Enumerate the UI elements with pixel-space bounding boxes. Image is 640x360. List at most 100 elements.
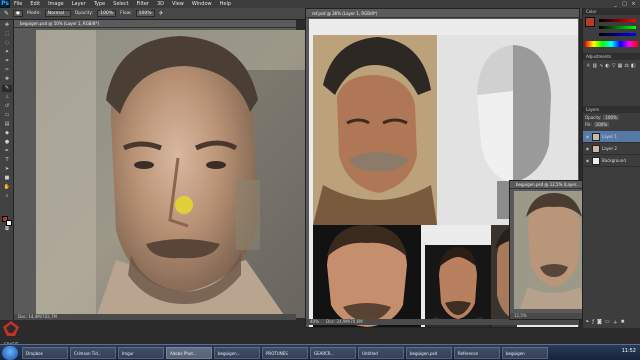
dodge-tool-icon[interactable]: ● (2, 139, 12, 146)
healing-tool-icon[interactable]: ✚ (2, 76, 12, 83)
windows-taskbar: Dropbox Crimson Tid... Imgur Adobe Phot.… (0, 344, 640, 360)
background-color-swatch[interactable] (6, 220, 12, 226)
color-swatch-fg[interactable] (585, 17, 595, 27)
layer-row[interactable]: ◉ Layer 1 (583, 131, 640, 143)
new-group-icon[interactable]: ▭ (605, 319, 610, 326)
taskbar-clock: 11:52 (621, 348, 636, 354)
taskbar-item[interactable]: Imgur (118, 346, 164, 359)
flow-input[interactable]: 100% (135, 10, 155, 17)
quick-mask-icon[interactable]: ◘ (2, 226, 12, 233)
brush-size-preset[interactable]: ● (13, 10, 23, 17)
eyedropper-tool-icon[interactable]: ✑ (2, 67, 12, 74)
levels-icon[interactable]: ▥ (592, 63, 597, 69)
zoom-tool-icon[interactable]: ⌕ (2, 193, 12, 200)
maximize-button[interactable]: □ (620, 0, 629, 8)
quick-select-tool-icon[interactable]: ✦ (2, 49, 12, 56)
visibility-eye-icon[interactable]: ◉ (585, 158, 590, 163)
minimize-button[interactable]: _ (611, 0, 620, 8)
brightness-icon[interactable]: ☼ (586, 63, 590, 69)
menu-window[interactable]: Window (188, 0, 216, 8)
opacity-input[interactable]: 100% (97, 10, 117, 17)
airbrush-icon[interactable]: ✈ (159, 10, 164, 17)
green-slider[interactable] (597, 24, 638, 31)
mask-icon[interactable]: ◙ (597, 319, 602, 326)
layer-fill-input[interactable]: 100% (593, 122, 610, 127)
link-layers-icon[interactable]: ⚭ (585, 319, 589, 326)
blue-slider[interactable] (597, 31, 638, 38)
brush-tool-icon[interactable]: ✎ (2, 85, 12, 92)
layer-opacity-label: Opacity: (585, 115, 602, 120)
hue-sat-icon[interactable]: ▦ (618, 63, 623, 69)
hand-tool-icon[interactable]: ✋ (2, 184, 12, 191)
menu-help[interactable]: Help (216, 0, 235, 8)
menu-layer[interactable]: Layer (68, 0, 90, 8)
main-canvas[interactable] (36, 30, 310, 318)
menu-3d[interactable]: 3D (153, 0, 168, 8)
taskbar-item[interactable]: GEARCR... (310, 346, 356, 359)
color-balance-icon[interactable]: ⚖ (624, 63, 628, 69)
close-button[interactable]: × (629, 0, 638, 8)
menu-filter[interactable]: Filter (133, 0, 153, 8)
type-tool-icon[interactable]: T (2, 157, 12, 164)
layer-thumbnail (592, 144, 600, 153)
layers-options: Opacity: 100% Fill: 100% (583, 113, 640, 129)
blur-tool-icon[interactable]: ◆ (2, 130, 12, 137)
new-layer-icon[interactable]: ＋ (613, 319, 618, 326)
taskbar-item[interactable]: Dropbox (22, 346, 68, 359)
taskbar-item[interactable]: Crimson Tid... (70, 346, 116, 359)
taskbar-item[interactable]: PROTUNES (262, 346, 308, 359)
gradient-tool-icon[interactable]: ▤ (2, 121, 12, 128)
main-document-tab[interactable]: beguigen.psd @ 50% (Layer 1, RGB/8*) (14, 20, 296, 28)
path-select-tool-icon[interactable]: ➤ (2, 166, 12, 173)
visibility-eye-icon[interactable]: ◉ (585, 134, 590, 139)
layer-row[interactable]: ◉ Layer 2 (583, 143, 640, 155)
taskbar-item[interactable]: beguigen.psd (406, 346, 452, 359)
red-slider[interactable] (597, 17, 638, 24)
pen-tool-icon[interactable]: ✒ (2, 148, 12, 155)
curves-icon[interactable]: ∿ (599, 63, 603, 69)
visibility-eye-icon[interactable]: ◉ (585, 146, 590, 151)
vibrance-icon[interactable]: ▽ (612, 63, 616, 69)
reference-document-tab[interactable]: ref.psd @ 36% (Layer 1, RGB/8*) (306, 9, 579, 18)
main-status-bar: Doc: 14,4M/702,7M (14, 314, 296, 320)
portrait-painting (36, 30, 310, 318)
color-panel-tab[interactable]: Color (583, 8, 640, 15)
layer-opacity-input[interactable]: 100% (603, 115, 619, 120)
marquee-tool-icon[interactable]: ⬚ (2, 31, 12, 38)
layer-row[interactable]: ◉ Background (583, 155, 640, 167)
preview-canvas[interactable] (514, 191, 592, 309)
stamp-tool-icon[interactable]: ⊥ (2, 94, 12, 101)
preview-painting (514, 191, 592, 309)
taskbar-item[interactable]: Reference (454, 346, 500, 359)
shape-tool-icon[interactable]: ■ (2, 175, 12, 182)
history-brush-tool-icon[interactable]: ↺ (2, 103, 12, 110)
taskbar-item[interactable]: Untitled (358, 346, 404, 359)
adjustments-panel-tab[interactable]: Adjustments (583, 53, 640, 60)
menu-image[interactable]: Image (44, 0, 68, 8)
menu-select[interactable]: Select (109, 0, 132, 8)
fx-icon[interactable]: ƒ (592, 319, 594, 326)
exposure-icon[interactable]: ◐ (605, 63, 609, 69)
start-button[interactable] (2, 345, 18, 360)
menu-type[interactable]: Type (90, 0, 109, 8)
menu-edit[interactable]: Edit (26, 0, 44, 8)
menu-view[interactable]: View (168, 0, 188, 8)
main-document-window: beguigen.psd @ 50% (Layer 1, RGB/8*) Doc… (14, 20, 310, 320)
opacity-label: Opacity: (74, 11, 94, 16)
taskbar-item[interactable]: beguigen (502, 346, 548, 359)
brush-tool-icon[interactable]: ✎ (4, 10, 9, 17)
layers-panel-tab[interactable]: Layers (583, 106, 640, 113)
trash-icon[interactable]: ✖ (621, 319, 625, 326)
bw-icon[interactable]: ◧ (631, 63, 636, 69)
taskbar-item[interactable]: Adobe Phot... (166, 346, 212, 359)
crop-tool-icon[interactable]: ⌗ (2, 58, 12, 65)
eraser-tool-icon[interactable]: ▭ (2, 112, 12, 119)
lasso-tool-icon[interactable]: ◌ (2, 40, 12, 47)
move-tool-icon[interactable]: ✥ (2, 22, 12, 29)
menu-file[interactable]: File (10, 0, 26, 8)
color-ramp[interactable] (585, 41, 638, 47)
layer-name: Layer 2 (602, 146, 617, 151)
layer-thumbnail (592, 132, 600, 141)
mode-select[interactable]: Normal (44, 10, 71, 17)
taskbar-item[interactable]: beguigen... (214, 346, 260, 359)
